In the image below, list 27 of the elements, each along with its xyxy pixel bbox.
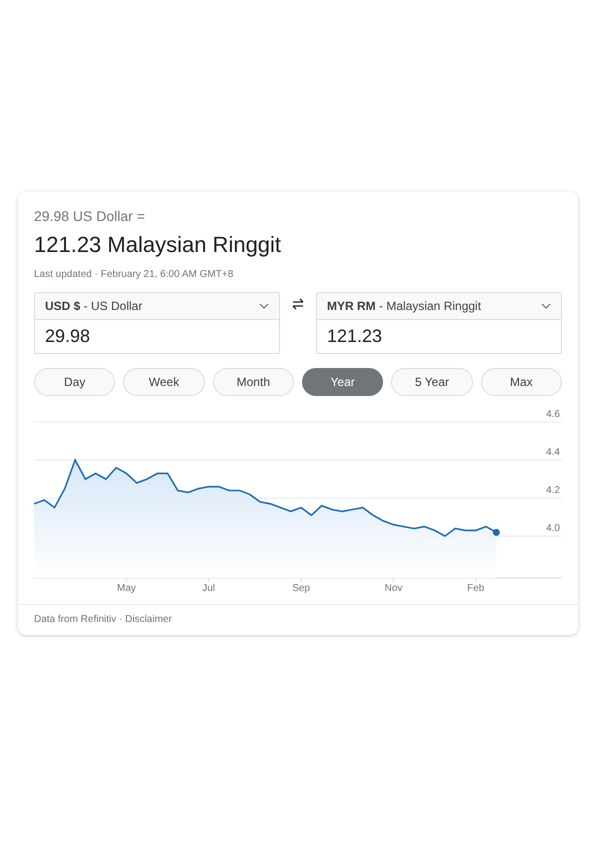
disclaimer-link[interactable]: Disclaimer [125, 614, 172, 625]
x-axis-label: May [117, 583, 136, 594]
source-amount: 29.98 US Dollar = [34, 208, 146, 224]
footer-text: Data from Refinitiv · Disclaimer [34, 614, 172, 625]
currency-select[interactable]: MYR RM - Malaysian Ringgit [316, 292, 562, 320]
range-tab[interactable]: 5 Year [391, 368, 473, 396]
amount-input[interactable]: 29.98 [34, 320, 280, 354]
range-tab[interactable]: Month [212, 368, 294, 396]
x-axis-label: Jul [202, 583, 216, 594]
y-axis-label: 4.0 [546, 523, 560, 534]
converted-amount: 121.23 Malaysian Ringgit [34, 232, 282, 258]
x-axis-label: Nov [384, 583, 402, 594]
x-axis-label: Feb [467, 583, 484, 594]
y-axis-label: 4.4 [546, 447, 560, 458]
currency-select[interactable]: USD $ - US Dollar [34, 292, 280, 320]
chart-end-point [492, 528, 500, 536]
x-axis-label: Sep [292, 583, 310, 594]
range-tab[interactable]: Day [34, 368, 116, 396]
chevron-down-icon [541, 303, 551, 309]
last-updated: Last updated · February 21, 6:00 AM GMT+8 [34, 269, 234, 280]
amount-input[interactable]: 121.23 [316, 320, 562, 354]
range-tab[interactable]: Week [123, 368, 205, 396]
y-axis-label: 4.6 [546, 409, 560, 420]
range-tab[interactable]: Max [480, 368, 562, 396]
range-tab[interactable]: Year [302, 368, 384, 396]
y-axis-label: 4.2 [546, 485, 560, 496]
chevron-down-icon [259, 303, 269, 309]
